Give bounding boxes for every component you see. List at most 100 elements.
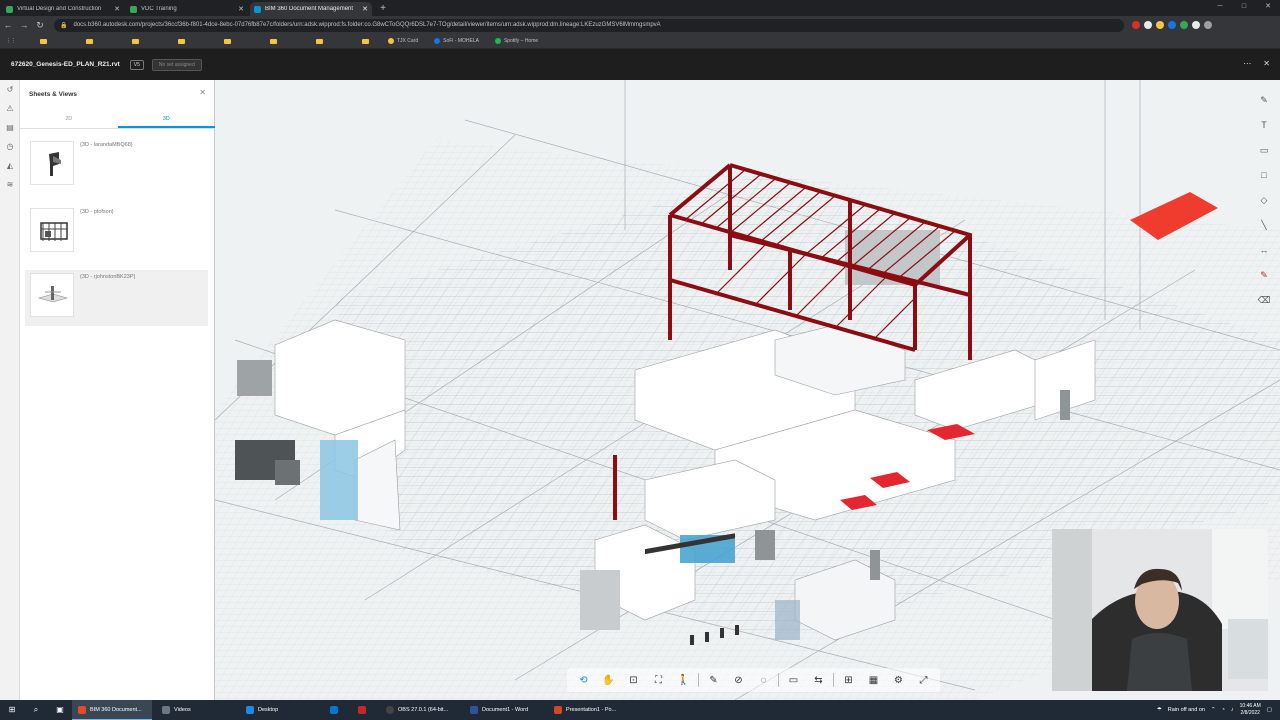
bookmark-spotify[interactable]: Spotify – Home (494, 38, 538, 44)
view-list-item[interactable]: {3D - larandaMBQ68} (25, 138, 208, 194)
taskbar-app-obs[interactable]: OBS 27.0.1 (64-bit... (380, 700, 460, 720)
network-icon[interactable]: ◔ (1222, 707, 1225, 713)
markup-pen-icon[interactable]: ✎ (701, 675, 726, 686)
sheets-icon[interactable]: ▤ (0, 118, 20, 137)
tab-close-icon[interactable]: ✕ (114, 5, 120, 13)
taskbar-app-label: Videos (174, 707, 191, 713)
extension-icon[interactable] (1168, 21, 1176, 29)
bookmark-folder[interactable] (362, 38, 372, 44)
bookmark-folder[interactable] (270, 38, 280, 44)
view-list-item[interactable]: {3D - ptofson} (25, 205, 208, 261)
bookmark-sofi[interactable]: SoFi - MOHELA (434, 38, 479, 44)
revit-icon (358, 706, 366, 714)
tray-chevron-icon[interactable]: ⌃ (1211, 707, 1216, 713)
zoom-icon[interactable]: ⊡ (621, 675, 646, 686)
history-icon[interactable]: ◷ (0, 137, 20, 156)
tag-icon[interactable]: ◭ (0, 156, 20, 175)
bookmark-folder[interactable] (86, 38, 96, 44)
model-browser-icon[interactable]: ⊞ (836, 675, 861, 686)
panel-title: Sheets & Views (29, 91, 77, 98)
pan-icon[interactable]: ✋ (596, 675, 621, 686)
taskbar-app-outlook[interactable] (324, 700, 348, 720)
tab-2d[interactable]: 2D (20, 113, 118, 128)
folder-icon (224, 38, 231, 44)
extension-icon[interactable] (1156, 21, 1164, 29)
folder-icon (270, 38, 277, 44)
tab-close-icon[interactable]: ✕ (238, 5, 244, 13)
bookmark-folder[interactable] (40, 38, 50, 44)
set-status-badge[interactable]: No set assigned (151, 58, 202, 71)
panel-close-icon[interactable]: ✕ (199, 88, 206, 97)
fullscreen-icon[interactable]: ⤢ (911, 675, 936, 686)
taskbar-app-word[interactable]: Document1 - Word (464, 700, 544, 720)
apps-icon[interactable]: ⋮⋮ (6, 38, 16, 44)
extension-icon[interactable] (1192, 21, 1200, 29)
compare-icon[interactable]: ⇆ (806, 675, 831, 686)
taskbar-app-videos[interactable]: Videos (156, 700, 236, 720)
hide-icon[interactable]: ◌ (751, 675, 776, 686)
taskbar-app-powerpoint[interactable]: Presentation1 - Po... (548, 700, 628, 720)
measure-icon[interactable]: ⊘ (726, 675, 751, 686)
forward-icon[interactable]: → (16, 20, 32, 30)
line-icon[interactable]: ╲ (1254, 213, 1274, 238)
settings-icon[interactable]: ⚙ (886, 675, 911, 686)
volume-icon[interactable]: ♪ (1231, 707, 1234, 713)
version-badge[interactable]: V5 (129, 59, 144, 70)
layers-icon[interactable]: ≋ (0, 175, 20, 194)
fit-view-icon[interactable]: ⛶ (646, 675, 671, 686)
clock[interactable]: 10:46 AM 2/8/2022 (1240, 703, 1261, 717)
windows-start-icon[interactable]: ⊞ (0, 700, 24, 720)
new-tab-button[interactable]: + (376, 2, 390, 16)
bookmark-folder[interactable] (224, 38, 234, 44)
taskbar-app-revit[interactable] (352, 700, 376, 720)
rectangle-icon[interactable]: □ (1254, 163, 1274, 188)
search-icon[interactable]: ⌕ (24, 700, 48, 720)
taskbar-app-chrome[interactable]: BIM 360 Document... (72, 700, 152, 720)
pen-color-icon[interactable]: ✎ (1254, 263, 1274, 288)
extension-icon[interactable] (1144, 21, 1152, 29)
window-close-icon[interactable]: ✕ (1256, 0, 1280, 14)
polygon-icon[interactable]: ◇ (1254, 188, 1274, 213)
text-tool-icon[interactable]: T (1254, 113, 1274, 138)
weather-text[interactable]: Rain off and on (1168, 707, 1205, 713)
section-icon[interactable]: ▭ (781, 675, 806, 686)
eraser-icon[interactable]: ⌫ (1254, 288, 1274, 313)
model-thumbnail-icon (40, 222, 68, 241)
bookmark-folder[interactable] (132, 38, 142, 44)
walk-icon[interactable]: 🚶 (671, 675, 696, 686)
browser-tab-active[interactable]: BIM 360 Document Management ✕ (250, 2, 372, 16)
view-thumbnail (30, 208, 74, 252)
markup-icon[interactable]: ↺ (0, 80, 20, 99)
reload-icon[interactable]: ↻ (32, 20, 48, 31)
properties-icon[interactable]: ▦ (861, 675, 886, 686)
extension-icon[interactable] (1132, 21, 1140, 29)
freehand-icon[interactable]: ✎ (1254, 88, 1274, 113)
bookmark-folder[interactable] (316, 38, 326, 44)
left-tool-rail: ↺ ⚠ ▤ ◷ ◭ ≋ (0, 80, 20, 700)
more-options-icon[interactable]: ⋯ (1243, 59, 1251, 68)
tab-3d[interactable]: 3D (117, 113, 215, 128)
close-viewer-icon[interactable]: ✕ (1263, 59, 1270, 68)
outlook-icon (330, 706, 338, 714)
back-icon[interactable]: ← (0, 20, 16, 30)
notifications-icon[interactable]: ▢ (1267, 707, 1272, 713)
browser-tab[interactable]: Virtual Design and Construction ✕ (2, 2, 124, 16)
powerpoint-icon (554, 706, 562, 714)
address-bar[interactable]: 🔒 docs.b360.autodesk.com/projects/36ccf3… (54, 18, 1124, 32)
orbit-icon[interactable]: ⟲ (571, 675, 596, 686)
minimize-icon[interactable]: ─ (1208, 0, 1232, 14)
maximize-icon[interactable]: □ (1232, 0, 1256, 14)
bookmark-folder[interactable] (178, 38, 188, 44)
browser-tab-strip: Virtual Design and Construction ✕ VDC Tr… (0, 0, 1280, 16)
callout-icon[interactable]: ▭ (1254, 138, 1274, 163)
taskbar-app-desktop[interactable]: Desktop (240, 700, 320, 720)
profile-avatar-icon[interactable] (1204, 21, 1212, 29)
task-view-icon[interactable]: ▣ (48, 700, 72, 720)
browser-tab[interactable]: VDC Training ✕ (126, 2, 248, 16)
bookmark-tjx[interactable]: TJX Card (388, 38, 418, 44)
dimension-icon[interactable]: ↔ (1254, 238, 1274, 263)
tab-close-icon[interactable]: ✕ (362, 5, 368, 13)
view-list-item-selected[interactable]: {3D - rjohnstonBK23P} (25, 270, 208, 326)
issues-icon[interactable]: ⚠ (0, 99, 20, 118)
extension-icon[interactable] (1180, 21, 1188, 29)
